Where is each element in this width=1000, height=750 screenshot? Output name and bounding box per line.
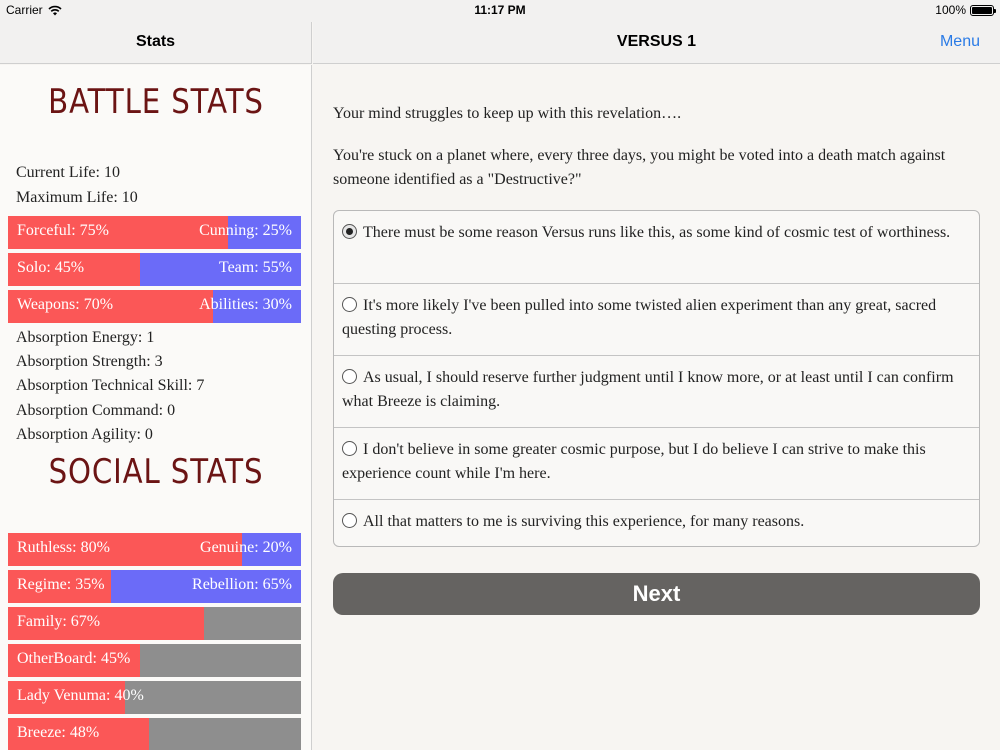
relationship-bar: Lady Venuma: 40% (8, 681, 301, 714)
choice-4-label: I don't believe in some greater cosmic p… (342, 441, 926, 482)
battle-stat-bar: Solo: 45% Team: 55% (8, 253, 301, 286)
current-life: Current Life: 10 (16, 164, 120, 181)
stats-panel[interactable]: BATTLE STATS Current Life: 10 Maximum Li… (0, 65, 312, 750)
absorption-technical-skill: Absorption Technical Skill: 7 (16, 377, 205, 394)
stats-title: Stats (135, 33, 176, 50)
battle-stat-bar-left-label: Weapons: 70% (17, 296, 114, 313)
social-stat-bar: Regime: 35% Rebellion: 65% (8, 570, 301, 603)
social-stat-bar-left-label: Regime: 35% (17, 576, 105, 593)
battery-icon (970, 4, 996, 16)
choice-1[interactable]: There must be some reason Versus runs li… (334, 211, 979, 283)
battle-stat-bar: Weapons: 70% Abilities: 30% (8, 290, 301, 323)
battle-stat-bar-right-label: Abilities: 30% (199, 296, 292, 313)
choice-3[interactable]: As usual, I should reserve further judgm… (334, 355, 979, 428)
social-stat-bar-left-label: Ruthless: 80% (17, 539, 110, 556)
radio-button-icon[interactable] (342, 513, 357, 528)
choice-list: There must be some reason Versus runs li… (333, 210, 980, 547)
battle-stat-bar-right-label: Cunning: 25% (199, 222, 292, 239)
absorption-energy: Absorption Energy: 1 (16, 329, 155, 346)
battle-stats-heading: BATTLE STATS (48, 82, 264, 122)
social-stats-heading: SOCIAL STATS (48, 452, 264, 492)
story-text-1: Your mind struggles to keep up with this… (333, 105, 682, 122)
radio-button-icon[interactable] (342, 369, 357, 384)
absorption-command: Absorption Command: 0 (16, 402, 176, 419)
absorption-strength: Absorption Strength: 3 (16, 353, 163, 370)
battery-indicator: 100% (935, 3, 996, 17)
page-title: VERSUS 1 (616, 33, 697, 50)
choice-4[interactable]: I don't believe in some greater cosmic p… (334, 427, 979, 500)
social-stat-bar-right-label: Rebellion: 65% (192, 576, 292, 593)
clock: 11:17 PM (474, 3, 526, 17)
radio-button-icon[interactable] (342, 441, 357, 456)
battery-percent: 100% (935, 3, 966, 17)
main-nav-bar: VERSUS 1 Menu (313, 22, 1000, 64)
choice-2[interactable]: It's more likely I've been pulled into s… (334, 283, 979, 356)
next-button[interactable]: Next (333, 573, 980, 615)
relationship-bar-left-label: Lady Venuma: 40% (17, 687, 144, 704)
relationship-bar-left-label: Breeze: 48% (17, 724, 100, 741)
choice-3-label: As usual, I should reserve further judgm… (342, 369, 954, 410)
choice-5-label: All that matters to me is surviving this… (363, 513, 805, 530)
story-text-2: You're stuck on a planet where, every th… (333, 147, 946, 188)
radio-button-icon[interactable] (342, 224, 357, 239)
relationship-bar-left-label: Family: 67% (17, 613, 101, 630)
menu-button[interactable]: Menu (940, 33, 980, 51)
choice-2-label: It's more likely I've been pulled into s… (342, 297, 937, 338)
radio-button-icon[interactable] (342, 297, 357, 312)
maximum-life: Maximum Life: 10 (16, 189, 138, 206)
relationship-bar: Family: 67% (8, 607, 301, 640)
absorption-agility: Absorption Agility: 0 (16, 426, 153, 443)
social-stat-bar-right-label: Genuine: 20% (200, 539, 292, 556)
battle-stat-bar-right-label: Team: 55% (218, 259, 292, 276)
status-bar: Carrier 11:17 PM 100% (0, 0, 1000, 22)
relationship-bar: Breeze: 48% (8, 718, 301, 750)
battle-stat-bar-left-label: Forceful: 75% (17, 222, 109, 239)
social-stat-bar: Ruthless: 80% Genuine: 20% (8, 533, 301, 566)
choice-5[interactable]: All that matters to me is surviving this… (334, 499, 979, 546)
choice-1-label: There must be some reason Versus runs li… (363, 224, 951, 241)
stats-nav-bar: Stats (0, 22, 312, 64)
battle-stat-bar-left-label: Solo: 45% (17, 259, 85, 276)
battle-stat-bar: Forceful: 75% Cunning: 25% (8, 216, 301, 249)
relationship-bar: OtherBoard: 45% (8, 644, 301, 677)
relationship-bar-left-label: OtherBoard: 45% (17, 650, 131, 667)
